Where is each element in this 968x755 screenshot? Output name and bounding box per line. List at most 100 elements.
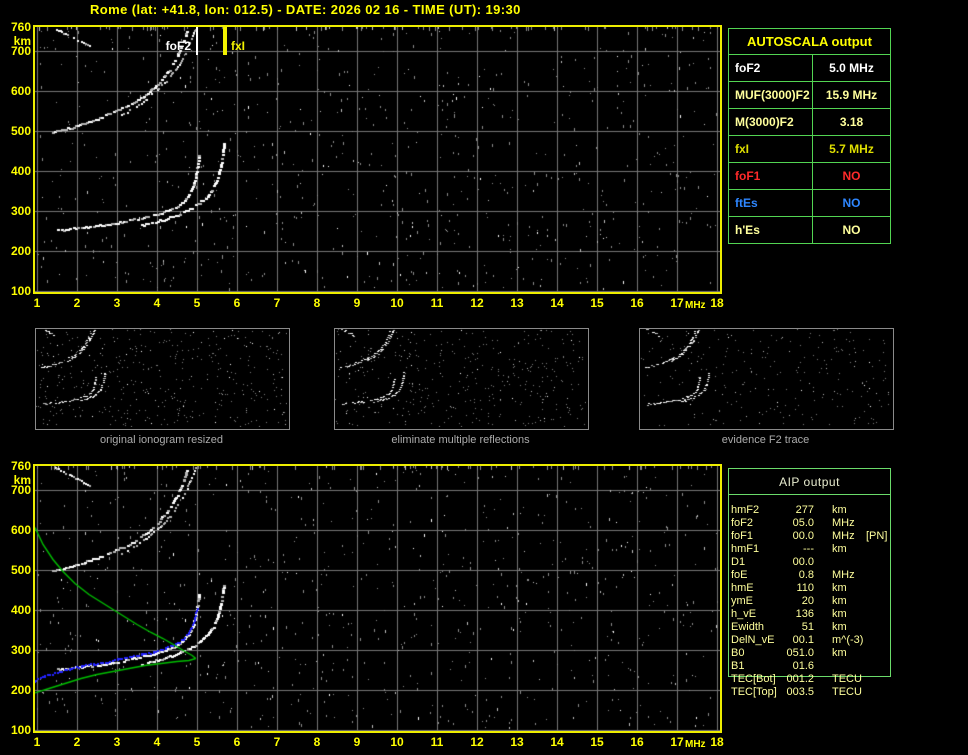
aip-row-D1: D100.0 (731, 555, 961, 568)
autoscala-row-foF2: foF25.0 MHz (729, 55, 890, 82)
aip-row-unit: TECU (832, 673, 866, 685)
x-tick-label-11-bottom: 11 (427, 735, 447, 749)
aip-row-hmE: hmE110km (731, 581, 961, 594)
x-tick-label-14-top: 14 (547, 296, 567, 310)
autoscala-row-value: NO (812, 190, 890, 216)
bottom-ionogram-plot (33, 464, 722, 733)
aip-row-B1: B101.6 (731, 659, 961, 672)
x-tick-label-2-bottom: 2 (67, 735, 87, 749)
top-plot-y-tick-label-500: 500 (1, 124, 31, 138)
autoscala-row-label: foF1 (729, 163, 812, 189)
fxI-marker-label: fxI (231, 39, 245, 53)
aip-row-DelN_vE: DelN_vE00.1m^(-3) (731, 633, 961, 646)
aip-row-unit: TECU (832, 686, 866, 698)
aip-row-value: 00.0 (781, 556, 814, 568)
x-tick-label-8-bottom: 8 (307, 735, 327, 749)
aip-row-unit: km (832, 621, 866, 633)
x-tick-label-8-top: 8 (307, 296, 327, 310)
aip-row-Ewidth: Ewidth51km (731, 620, 961, 633)
aip-row-label: ymE (731, 595, 781, 607)
top-plot-y-tick-label-760: 760 (1, 20, 31, 34)
aip-row-value: 001.2 (781, 673, 814, 685)
x-tick-label-10-bottom: 10 (387, 735, 407, 749)
aip-row-value: 277 (781, 504, 814, 516)
thumbnail-evidence-f2 (639, 328, 894, 430)
x-tick-label-1-top: 1 (27, 296, 47, 310)
aip-row-unit: MHz (832, 569, 866, 581)
bottom-plot-y-tick-label-600: 600 (1, 523, 31, 537)
aip-row-value: 00.0 (781, 530, 814, 542)
aip-row-value: 05.0 (781, 517, 814, 529)
autoscala-row-label: fxI (729, 136, 812, 162)
x-tick-label-2-top: 2 (67, 296, 87, 310)
autoscala-row-M(3000)F2: M(3000)F23.18 (729, 109, 890, 136)
foF2-marker-label: foF2 (157, 39, 191, 53)
top-plot-y-tick-label-600: 600 (1, 84, 31, 98)
aip-row-hmF2: hmF2277km (731, 503, 961, 516)
x-tick-label-18-bottom: 18 (707, 735, 727, 749)
x-tick-label-12-top: 12 (467, 296, 487, 310)
bottom-ionogram-canvas (35, 466, 720, 731)
aip-row-unit: MHz (832, 517, 866, 529)
top-plot-y-tick-label-400: 400 (1, 164, 31, 178)
aip-row-value: 136 (781, 608, 814, 620)
aip-row-value: 51 (781, 621, 814, 633)
aip-row-label: B0 (731, 647, 781, 659)
autoscala-row-label: M(3000)F2 (729, 109, 812, 135)
bottom-plot-y-tick-label-760: 760 (1, 459, 31, 473)
x-tick-label-9-top: 9 (347, 296, 367, 310)
x-tick-label-17-bottom: 17 (667, 735, 687, 749)
autoscala-row-value: 5.0 MHz (812, 55, 890, 81)
top-plot-y-tick-label-700: 700 (1, 44, 31, 58)
x-tick-label-12-bottom: 12 (467, 735, 487, 749)
aip-row-label: foE (731, 569, 781, 581)
autoscala-row-label: MUF(3000)F2 (729, 82, 812, 108)
autoscala-row-foF1: foF1NO (729, 163, 890, 190)
autoscala-row-value: 15.9 MHz (812, 82, 890, 108)
x-tick-label-10-top: 10 (387, 296, 407, 310)
foF2-marker-line (196, 27, 198, 55)
autoscala-row-value: 3.18 (812, 109, 890, 135)
aip-row-label: D1 (731, 556, 781, 568)
aip-row-ymE: ymE20 km (731, 594, 961, 607)
bottom-plot-y-tick-label-100: 100 (1, 723, 31, 737)
top-plot-y-tick-label-300: 300 (1, 204, 31, 218)
thumbnail-caption-eliminate: eliminate multiple reflections (334, 434, 587, 446)
x-tick-label-15-bottom: 15 (587, 735, 607, 749)
aip-row-unit: km (832, 608, 866, 620)
aip-row-label: foF2 (731, 517, 781, 529)
aip-row-unit: km (832, 595, 866, 607)
aip-row-unit: km (832, 647, 866, 659)
x-tick-label-15-top: 15 (587, 296, 607, 310)
aip-row-foF1: foF100.0MHz[PN] (731, 529, 961, 542)
x-tick-label-17-top: 17 (667, 296, 687, 310)
x-tick-label-13-top: 13 (507, 296, 527, 310)
x-axis-unit-label-bottom: MHz (685, 739, 706, 750)
aip-row-value: 00.1 (781, 634, 814, 646)
bottom-plot-y-tick-label-200: 200 (1, 683, 31, 697)
thumbnail-caption-evidence: evidence F2 trace (639, 434, 892, 446)
aip-row-B0: B0051.0 km (731, 646, 961, 659)
aip-row-label: foF1 (731, 530, 781, 542)
autoscala-row-value: NO (812, 217, 890, 243)
autoscala-table-rows: foF25.0 MHzMUF(3000)F215.9 MHzM(3000)F23… (729, 55, 890, 243)
aip-row-label: TEC[Bot] (731, 673, 781, 685)
thumbnail-eliminate-canvas (335, 329, 586, 427)
autoscala-row-h'Es: h'EsNO (729, 217, 890, 243)
aip-row-value: 20 (781, 595, 814, 607)
bottom-plot-y-tick-label-300: 300 (1, 643, 31, 657)
autoscala-row-fxI: fxI5.7 MHz (729, 136, 890, 163)
top-ionogram-plot: foF2 fxI (33, 25, 722, 294)
x-tick-label-16-bottom: 16 (627, 735, 647, 749)
aip-table-rows: hmF2277kmfoF205.0MHzfoF100.0MHz[PN]hmF1-… (731, 503, 961, 698)
aip-row-label: B1 (731, 660, 781, 672)
x-tick-label-3-bottom: 3 (107, 735, 127, 749)
x-tick-label-1-bottom: 1 (27, 735, 47, 749)
bottom-plot-y-tick-label-700: 700 (1, 483, 31, 497)
aip-row-hmF1: hmF1---km (731, 542, 961, 555)
aip-row-value: 051.0 (781, 647, 814, 659)
x-tick-label-7-bottom: 7 (267, 735, 287, 749)
autoscala-output-table: AUTOSCALA output foF25.0 MHzMUF(3000)F21… (728, 28, 891, 244)
aip-row-TEC[Bot]: TEC[Bot]001.2 TECU (731, 672, 961, 685)
aip-row-label: hmE (731, 582, 781, 594)
